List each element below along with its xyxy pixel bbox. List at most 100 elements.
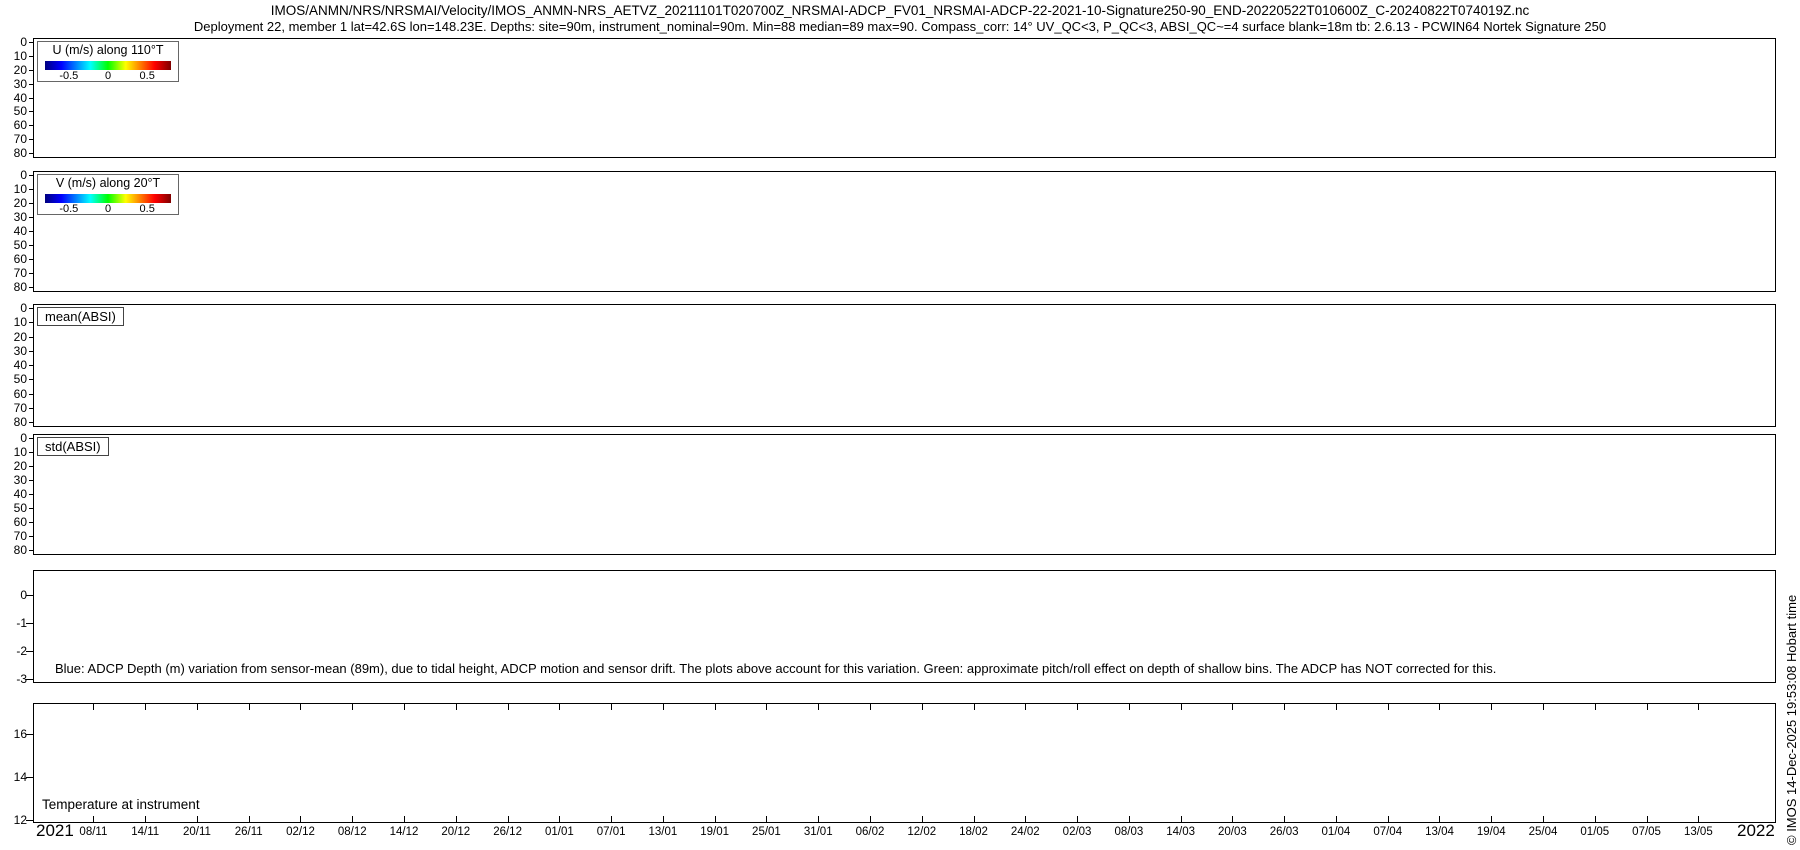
x-tick (715, 704, 716, 710)
y-tick (26, 777, 33, 778)
x-tick (1284, 816, 1285, 822)
y-tick (29, 536, 33, 537)
x-tick (715, 816, 716, 822)
x-axis-date-label: 01/04 (1322, 826, 1351, 838)
y-tick (26, 820, 33, 821)
depth-tick-label: 10 (0, 183, 27, 195)
x-tick (766, 704, 767, 710)
y-tick (29, 308, 33, 309)
x-tick (870, 816, 871, 822)
depth-tick-label: 70 (0, 530, 27, 542)
x-tick (663, 816, 664, 822)
y-tick (29, 379, 33, 380)
depth-tick-label: 50 (0, 239, 27, 251)
x-tick (352, 816, 353, 822)
x-tick (300, 704, 301, 710)
x-tick (1181, 816, 1182, 822)
y-tick (29, 351, 33, 352)
y-tick (29, 452, 33, 453)
depth-tick-label: 0 (0, 432, 27, 444)
depth-tick-label: 20 (0, 64, 27, 76)
x-tick (145, 816, 146, 822)
colorbar-tick-label: 0 (105, 203, 111, 215)
x-tick (1491, 704, 1492, 710)
x-axis-date-label: 01/01 (545, 826, 574, 838)
y-tick (29, 394, 33, 395)
x-tick (766, 816, 767, 822)
y-tick (29, 231, 33, 232)
u-velocity-heatmap (34, 39, 1775, 157)
x-tick (1232, 816, 1233, 822)
x-axis-date-label: 14/03 (1166, 826, 1195, 838)
y-tick (29, 153, 33, 154)
y-tick (29, 111, 33, 112)
colorbar-tick-label: 0.5 (140, 70, 155, 82)
x-tick (1025, 704, 1026, 710)
x-tick (1077, 704, 1078, 710)
x-tick (559, 704, 560, 710)
u-colorbar (45, 61, 171, 70)
x-tick (1698, 704, 1699, 710)
x-axis-date-label: 14/11 (131, 826, 159, 838)
depth-tick-label: 30 (0, 78, 27, 90)
y-tick (29, 365, 33, 366)
x-tick (1595, 816, 1596, 822)
y-tick (29, 98, 33, 99)
x-tick (611, 816, 612, 822)
depth-tick-label: 50 (0, 105, 27, 117)
depth-tick-label: 30 (0, 474, 27, 486)
y-tick (26, 734, 33, 735)
x-tick (93, 816, 94, 822)
x-tick (663, 704, 664, 710)
temperature-tick-label: 12 (0, 814, 27, 826)
colorbar-tick-label: 0.5 (140, 203, 155, 215)
x-tick (456, 704, 457, 710)
x-axis-year-end: 2022 (1737, 821, 1775, 841)
x-tick (870, 704, 871, 710)
depth-tick-label: 80 (0, 416, 27, 428)
depth-tick-label: 70 (0, 402, 27, 414)
x-tick (818, 816, 819, 822)
y-tick (29, 480, 33, 481)
y-tick (29, 466, 33, 467)
depth-tick-label: 60 (0, 516, 27, 528)
std-absi-heatmap (34, 435, 334, 585)
y-tick (29, 522, 33, 523)
depth-tick-label: 20 (0, 331, 27, 343)
x-axis-date-label: 07/05 (1632, 826, 1661, 838)
mean-absi-heatmap (34, 305, 334, 455)
u-colorbar-legend: U (m/s) along 110°T -0.500.5 (37, 41, 179, 82)
y-tick (29, 337, 33, 338)
x-axis-date-label: 25/04 (1529, 826, 1558, 838)
x-tick (611, 704, 612, 710)
x-tick (1232, 704, 1233, 710)
x-tick (1543, 704, 1544, 710)
x-tick (818, 704, 819, 710)
y-tick (26, 623, 33, 624)
depth-tick-label: 80 (0, 147, 27, 159)
x-axis-date-label: 18/02 (959, 826, 988, 838)
depth-axis-tick-label: -2 (0, 645, 27, 657)
x-tick (1388, 816, 1389, 822)
x-axis-date-label: 31/01 (804, 826, 833, 838)
x-axis-date-label: 25/01 (752, 826, 781, 838)
temperature-label: Temperature at instrument (42, 797, 200, 812)
y-tick (29, 56, 33, 57)
x-axis-date-label: 12/02 (907, 826, 936, 838)
depth-tick-label: 10 (0, 446, 27, 458)
temperature-tick-label: 16 (0, 728, 27, 740)
depth-tick-label: 50 (0, 502, 27, 514)
u-velocity-panel (33, 38, 1776, 158)
x-tick (93, 704, 94, 710)
mean-absi-label: mean(ABSI) (37, 307, 124, 326)
x-tick (1336, 704, 1337, 710)
depth-tick-label: 40 (0, 488, 27, 500)
x-tick (1129, 816, 1130, 822)
x-axis-date-label: 07/01 (597, 826, 626, 838)
v-colorbar-legend: V (m/s) along 20°T -0.500.5 (37, 174, 179, 215)
colorbar-tick-label: 0 (105, 70, 111, 82)
depth-tick-label: 10 (0, 50, 27, 62)
x-tick (1647, 816, 1648, 822)
y-tick (26, 595, 33, 596)
y-tick (29, 408, 33, 409)
